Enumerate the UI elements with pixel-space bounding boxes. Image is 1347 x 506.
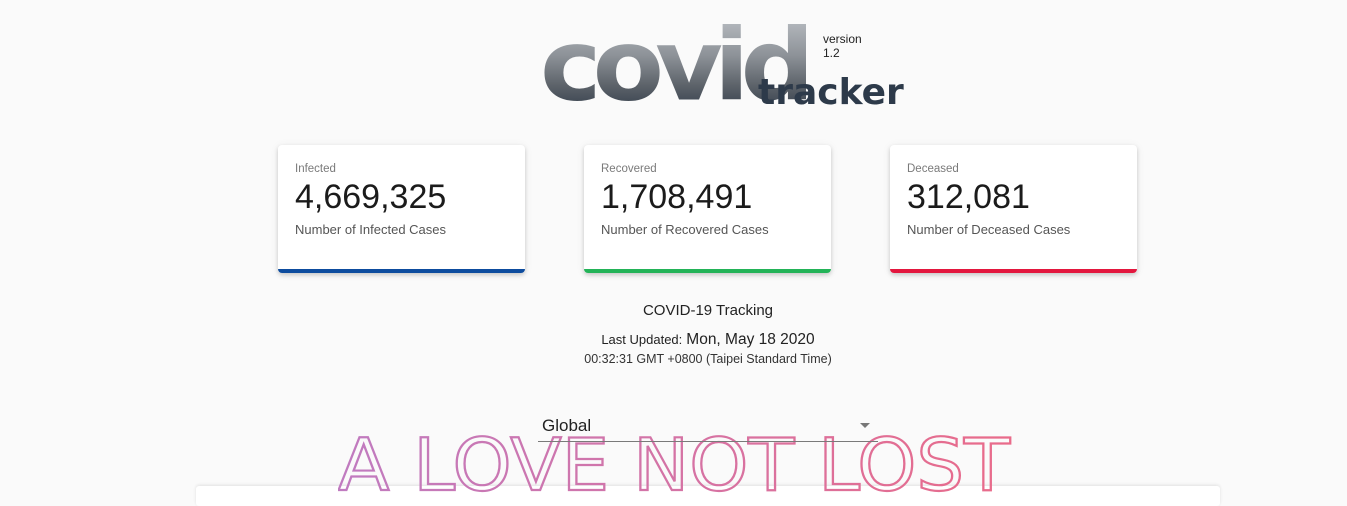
last-updated-label: Last Updated: [601, 332, 683, 347]
recovered-card: Recovered 1,708,491 Number of Recovered … [584, 145, 831, 273]
infected-card: Infected 4,669,325 Number of Infected Ca… [278, 145, 525, 273]
card-description: Number of Recovered Cases [601, 222, 769, 238]
deceased-card: Deceased 312,081 Number of Deceased Case… [890, 145, 1137, 273]
card-description: Number of Infected Cases [295, 222, 447, 238]
card-value: 4,669,325 [295, 178, 447, 216]
card-label: Recovered [601, 163, 657, 175]
card-value: 312,081 [907, 178, 1030, 216]
chevron-down-icon [860, 423, 870, 428]
last-updated: Last Updated: Mon, May 18 2020 [0, 331, 1347, 349]
card-label: Infected [295, 163, 336, 175]
country-select[interactable]: Global [538, 412, 878, 442]
last-updated-date: Mon, May 18 2020 [686, 331, 815, 348]
card-label: Deceased [907, 163, 959, 175]
version-label: version 1.2 [823, 32, 862, 60]
country-select-value: Global [542, 416, 592, 435]
tracking-title: COVID-19 Tracking [642, 302, 774, 319]
last-updated-time: 00:32:31 GMT +0800 (Taipei Standard Time… [584, 352, 832, 366]
logo-tracker-text: tracker [758, 72, 904, 113]
card-description: Number of Deceased Cases [907, 222, 1071, 238]
card-value: 1,708,491 [601, 178, 753, 216]
app-logo: covid tracker version 1.2 [540, 16, 904, 116]
